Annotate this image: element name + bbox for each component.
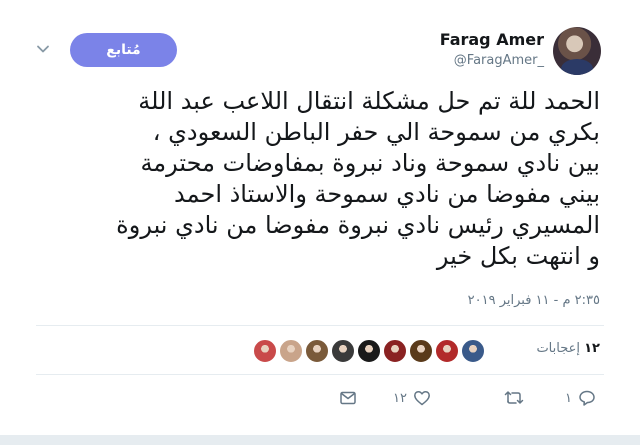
liker-avatar[interactable] — [279, 339, 303, 363]
tweet-timestamp[interactable]: ٢:٣٥ م - ١١ فبراير ٢٠١٩ — [468, 293, 600, 308]
liker-avatar[interactable] — [409, 339, 433, 363]
tweet-line: بكري من سموحة الي حفر الباطن السعودي ، — [152, 118, 600, 146]
likes-label: إعجابات — [536, 341, 580, 356]
likes-summary[interactable]: ١٢ إعجابات — [536, 341, 600, 356]
tweet-line: المسيري رئيس نادي نبروة مفوضا من نادي نب… — [116, 211, 600, 239]
likes-count: ١٢ — [584, 341, 600, 356]
tweet-line: بيني مفوضا من نادي سموحة والاستاذ احمد — [174, 180, 600, 208]
author-handle[interactable]: @FaragAmer_ — [454, 53, 544, 68]
liker-avatar[interactable] — [357, 339, 381, 363]
tweet-line: الحمد للة تم حل مشكلة انتقال اللاعب عبد … — [138, 87, 600, 115]
direct-message-button[interactable] — [339, 389, 357, 407]
like-count: ١٢ — [393, 390, 407, 406]
message-icon — [339, 389, 357, 407]
reply-icon — [578, 389, 596, 407]
liker-avatar[interactable] — [461, 339, 485, 363]
author-avatar[interactable] — [553, 27, 601, 75]
tweet-line: بين نادي سموحة وناد نبروة بمفاوضات محترم… — [140, 149, 600, 177]
bottom-edge — [0, 435, 640, 445]
like-button[interactable]: ١٢ — [393, 389, 431, 407]
retweet-button[interactable] — [498, 389, 524, 407]
author-display-name[interactable]: Farag Amer — [440, 30, 544, 49]
liker-avatar[interactable] — [383, 339, 407, 363]
divider — [36, 374, 604, 375]
tweet-actions: ١ ١٢ — [0, 389, 640, 409]
liker-avatar[interactable] — [305, 339, 329, 363]
following-button[interactable]: مُتابع — [70, 33, 177, 67]
chevron-down-icon[interactable] — [36, 41, 50, 55]
liker-avatar[interactable] — [253, 339, 277, 363]
reply-count: ١ — [565, 390, 572, 406]
tweet-line: و انتهت بكل خير — [436, 242, 600, 270]
reply-button[interactable]: ١ — [565, 389, 596, 407]
tweet-card: Farag Amer @FaragAmer_ مُتابع الحمد للة … — [0, 0, 640, 445]
liker-avatar[interactable] — [435, 339, 459, 363]
retweet-icon — [504, 389, 524, 407]
likers-avatars — [253, 339, 485, 363]
divider — [36, 325, 604, 326]
like-icon — [413, 389, 431, 407]
tweet-text: الحمد للة تم حل مشكلة انتقال اللاعب عبد … — [30, 86, 600, 272]
liker-avatar[interactable] — [331, 339, 355, 363]
